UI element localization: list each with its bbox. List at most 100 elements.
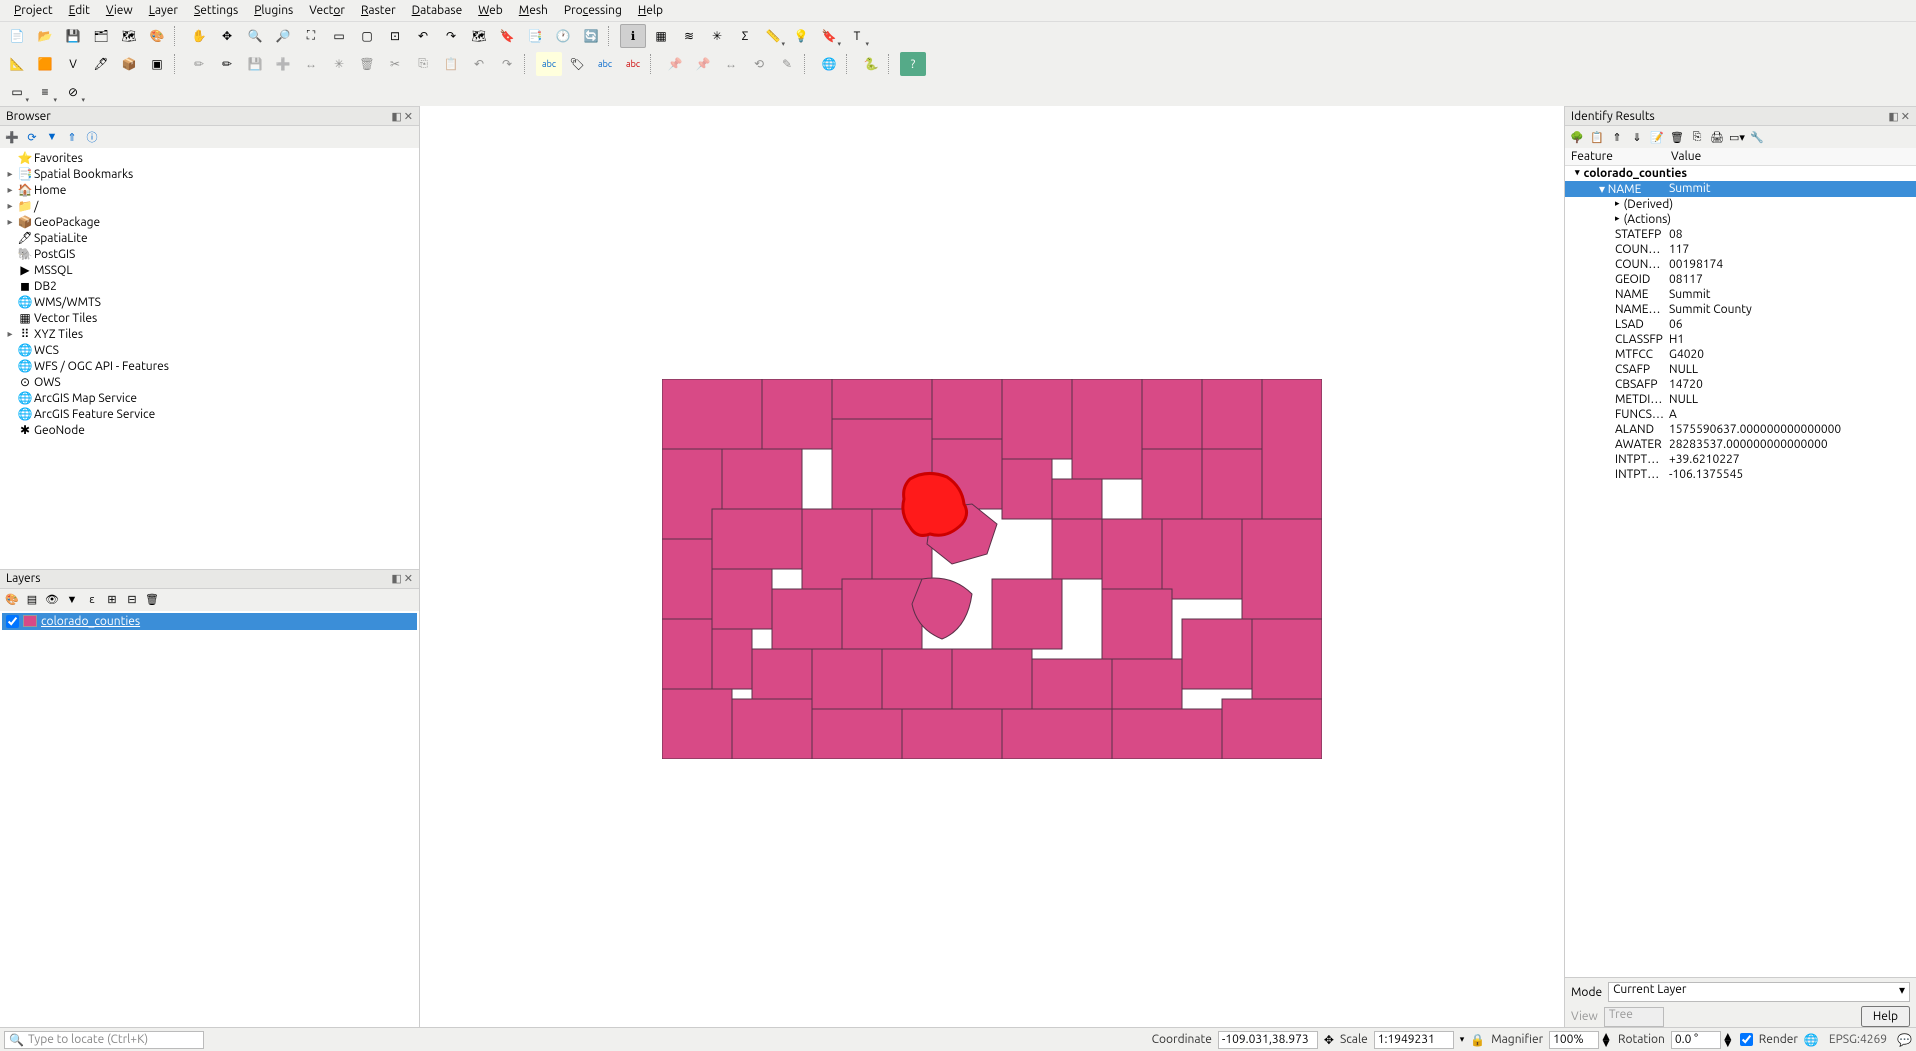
identify-button[interactable]: ℹ — [620, 24, 646, 48]
map-canvas[interactable] — [420, 106, 1564, 1031]
coordinate-input[interactable] — [1218, 1031, 1318, 1049]
mode-select[interactable]: Current Layer ▾ — [1608, 982, 1910, 1002]
menu-view[interactable]: View — [98, 2, 141, 19]
menu-project[interactable]: Project — [6, 2, 61, 19]
zoom-native-button[interactable]: ⊡ — [382, 24, 408, 48]
browser-item[interactable]: 🖋SpatiaLite — [2, 230, 417, 246]
identify-panel-header[interactable]: Identify Results ◧✕ — [1565, 106, 1916, 126]
expression-filter-icon[interactable]: ε — [84, 592, 100, 608]
identify-feature-row[interactable]: ▾ NAMESummit — [1565, 181, 1916, 197]
attribute-table-button[interactable]: ▦ — [648, 24, 674, 48]
menu-plugins[interactable]: Plugins — [246, 2, 301, 19]
crs-label[interactable]: EPSG:4269 — [1825, 1033, 1891, 1046]
map-tips-button[interactable]: 💡 — [788, 24, 814, 48]
layer-labeling-button[interactable]: 🏷 — [564, 52, 590, 76]
filter-icon[interactable]: ▼ — [44, 129, 60, 145]
scale-input[interactable] — [1374, 1031, 1454, 1049]
browser-item[interactable]: ▸📁/ — [2, 198, 417, 214]
label-tool-button[interactable]: abc — [536, 52, 562, 76]
browser-tree[interactable]: ⭐Favorites▸📑Spatial Bookmarks▸🏠Home▸📁/▸📦… — [0, 148, 419, 569]
browser-panel-header[interactable]: Browser ◧✕ — [0, 106, 419, 126]
menu-edit[interactable]: Edit — [61, 2, 98, 19]
help-button[interactable]: ? — [900, 52, 926, 76]
add-layer-icon[interactable]: ➕ — [4, 129, 20, 145]
refresh-button[interactable]: 🔄 — [578, 24, 604, 48]
select-by-value-button[interactable]: ≡ — [32, 80, 58, 104]
messages-icon[interactable]: 💬 — [1897, 1033, 1912, 1047]
help-button[interactable]: Help — [1861, 1006, 1910, 1027]
browser-item[interactable]: 🐘PostGIS — [2, 246, 417, 262]
zoom-in-button[interactable]: 🔍 — [242, 24, 268, 48]
identify-attr-row[interactable]: STATEFP08 — [1565, 227, 1916, 242]
new-virtual-layer-button[interactable]: ▣ — [144, 52, 170, 76]
identify-attr-row[interactable]: INTPTL…+39.6210227 — [1565, 452, 1916, 467]
identify-attr-row[interactable]: CSAFPNULL — [1565, 362, 1916, 377]
rotation-input[interactable] — [1671, 1031, 1721, 1049]
lock-scale-icon[interactable]: 🔒 — [1470, 1033, 1485, 1047]
crs-icon[interactable]: 🌐 — [1804, 1033, 1819, 1047]
form-view-icon[interactable]: 📝 — [1649, 129, 1665, 145]
menu-help[interactable]: Help — [630, 2, 671, 19]
expand-new-icon[interactable]: 📋 — [1589, 129, 1605, 145]
collapse-tree-icon[interactable]: ⇑ — [1609, 129, 1625, 145]
refresh-icon[interactable]: ⟳ — [24, 129, 40, 145]
layer-visibility-checkbox[interactable] — [6, 615, 19, 628]
add-vector-layer-button[interactable]: 📐 — [4, 52, 30, 76]
menu-vector[interactable]: Vector — [301, 2, 353, 19]
identify-attr-row[interactable]: LSAD06 — [1565, 317, 1916, 332]
new-map-view-button[interactable]: 🗺 — [466, 24, 492, 48]
collapse-all-icon[interactable]: ⊟ — [124, 592, 140, 608]
new-project-button[interactable]: 📄 — [4, 24, 30, 48]
close-icon[interactable]: ✕ — [1901, 111, 1910, 123]
expand-tree-icon[interactable]: 🌳 — [1569, 129, 1585, 145]
manage-visibility-icon[interactable]: 👁 — [44, 592, 60, 608]
undock-icon[interactable]: ◧ — [391, 111, 401, 123]
zoom-selection-button[interactable]: ▭ — [326, 24, 352, 48]
new-bookmark-button[interactable]: 🔖 — [494, 24, 520, 48]
browser-item[interactable]: 🌐ArcGIS Feature Service — [2, 406, 417, 422]
menu-web[interactable]: Web — [470, 2, 511, 19]
temporal-controller-button[interactable]: 🕐 — [550, 24, 576, 48]
identify-actions-row[interactable]: (Actions) — [1565, 212, 1916, 227]
browser-item[interactable]: ▸📑Spatial Bookmarks — [2, 166, 417, 182]
zoom-layer-button[interactable]: ▢ — [354, 24, 380, 48]
statistics-button[interactable]: Σ — [732, 24, 758, 48]
processing-toolbox-button[interactable]: ✳ — [704, 24, 730, 48]
pan-button[interactable]: ✋ — [186, 24, 212, 48]
identify-attr-row[interactable]: FUNCS…A — [1565, 407, 1916, 422]
layers-tree[interactable]: colorado_counties — [0, 611, 419, 1032]
identify-tree[interactable]: colorado_counties▾ NAMESummit(Derived)(A… — [1565, 166, 1916, 977]
browser-item[interactable]: ▸📦GeoPackage — [2, 214, 417, 230]
magnifier-input[interactable] — [1549, 1031, 1599, 1049]
identify-attr-row[interactable]: ALAND1575590637.000000000000000 — [1565, 422, 1916, 437]
identify-attr-row[interactable]: CLASSFPH1 — [1565, 332, 1916, 347]
identify-mode-icon[interactable]: ▭▾ — [1729, 129, 1745, 145]
show-labels-button[interactable]: abc — [620, 52, 646, 76]
field-calc-button[interactable]: ≋ — [676, 24, 702, 48]
zoom-full-button[interactable]: ⛶ — [298, 24, 324, 48]
zoom-out-button[interactable]: 🔎 — [270, 24, 296, 48]
python-console-button[interactable]: 🐍 — [858, 52, 884, 76]
menu-mesh[interactable]: Mesh — [511, 2, 556, 19]
identify-attr-row[interactable]: GEOID08117 — [1565, 272, 1916, 287]
show-bookmarks-button[interactable]: 📑 — [522, 24, 548, 48]
identify-attr-row[interactable]: AWATER28283537.000000000000000 — [1565, 437, 1916, 452]
browser-item[interactable]: ▦Vector Tiles — [2, 310, 417, 326]
new-shapefile-button[interactable]: V — [60, 52, 86, 76]
properties-icon[interactable]: ⓘ — [84, 129, 100, 145]
identify-attr-row[interactable]: NAMESummit — [1565, 287, 1916, 302]
collapse-icon[interactable]: ⇑ — [64, 129, 80, 145]
style-icon[interactable]: 🎨 — [4, 592, 20, 608]
layer-row[interactable]: colorado_counties — [2, 613, 417, 630]
browser-item[interactable]: 🌐WMS/WMTS — [2, 294, 417, 310]
measure-button[interactable]: 📏 — [760, 24, 786, 48]
text-annotation-button[interactable]: T — [844, 24, 870, 48]
save-project-button[interactable]: 💾 — [60, 24, 86, 48]
diagram-button[interactable]: abc — [592, 52, 618, 76]
browser-item[interactable]: ⭐Favorites — [2, 150, 417, 166]
identify-attr-row[interactable]: NAMEL…Summit County — [1565, 302, 1916, 317]
new-spatialite-button[interactable]: 🖋 — [88, 52, 114, 76]
browser-item[interactable]: ▶MSSQL — [2, 262, 417, 278]
layout-manager-button[interactable]: 🗺 — [116, 24, 142, 48]
layers-panel-header[interactable]: Layers ◧✕ — [0, 569, 419, 589]
